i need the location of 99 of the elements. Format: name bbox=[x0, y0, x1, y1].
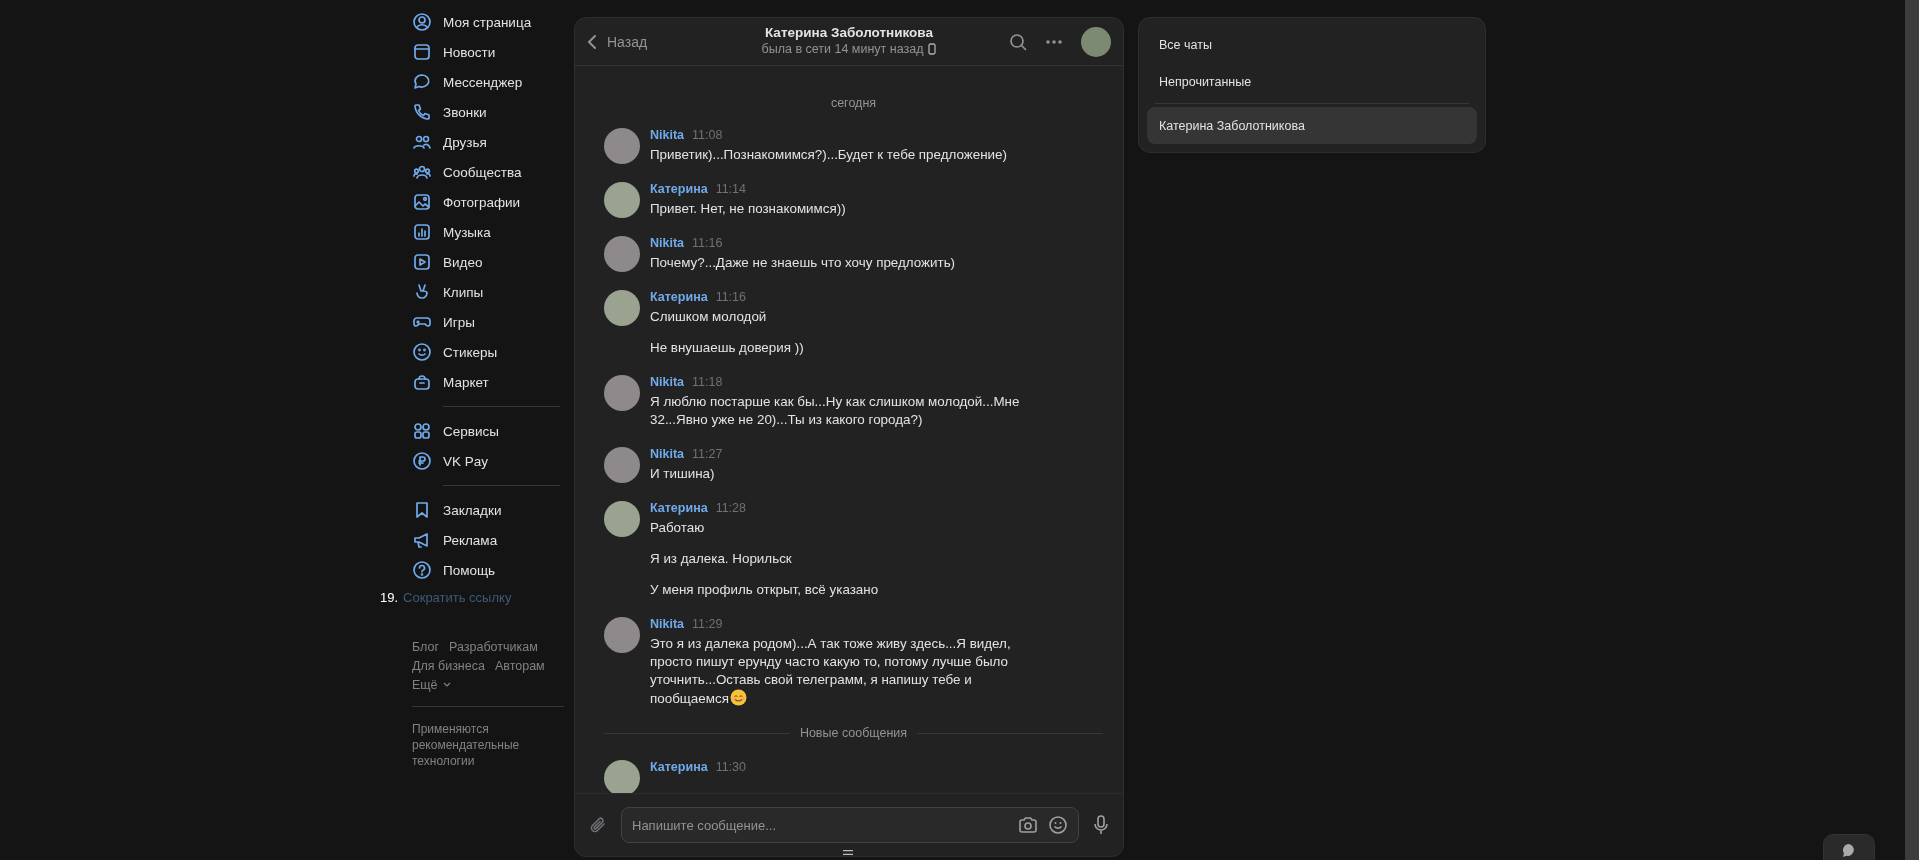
smiling-face-icon bbox=[729, 689, 747, 706]
message-text: Приветик)...Познакомимся?)...Будет к тебе предложение) bbox=[650, 146, 1007, 164]
message-text: Я люблю постарше как бы...Ну как слишком молодой...Мне 32...Явно уже не 20)...Ты из какого города?) bbox=[650, 393, 1021, 429]
sidebar-item[interactable]: Стикеры bbox=[380, 337, 560, 367]
user-circle-icon bbox=[412, 12, 432, 32]
video-icon bbox=[412, 252, 432, 272]
user-avatar bbox=[604, 501, 640, 537]
footer-link[interactable]: Разработчикам bbox=[449, 640, 538, 654]
author-name[interactable]: Nikita bbox=[650, 375, 685, 389]
date-separator: сегодня bbox=[829, 96, 878, 110]
user-avatar bbox=[604, 375, 640, 411]
music-icon bbox=[412, 222, 432, 242]
user-avatar bbox=[604, 617, 640, 653]
sidebar-item[interactable]: Сообщества bbox=[380, 157, 560, 187]
grid-icon bbox=[412, 421, 432, 441]
scrollbar[interactable] bbox=[1905, 0, 1919, 860]
message-text: У меня профиль открыт, всё указано bbox=[650, 581, 879, 599]
message-input[interactable]: Напишите сообщение... bbox=[632, 817, 1008, 833]
author-name[interactable]: Nikita bbox=[650, 447, 685, 461]
message-text: И тишина) bbox=[650, 465, 716, 483]
user-avatar bbox=[604, 236, 640, 272]
message-text: Я из далека. Норильск bbox=[650, 550, 793, 568]
resize-handle-icon[interactable] bbox=[843, 850, 853, 855]
footer-link[interactable]: Авторам bbox=[494, 659, 545, 673]
footer-link[interactable]: Блог bbox=[412, 640, 439, 654]
chat-filter-item[interactable]: Катерина Заболотникова bbox=[1147, 107, 1477, 144]
chat-title: Катерина Заболотникова bbox=[764, 25, 933, 40]
sidebar-item[interactable]: Мессенджер bbox=[380, 67, 560, 97]
message-time: 11:18 bbox=[692, 375, 723, 389]
author-name[interactable]: Катерина bbox=[650, 760, 708, 774]
message-text: Почему?...Даже не знаешь что хочу предложить) bbox=[650, 254, 956, 272]
microphone-icon[interactable] bbox=[1093, 814, 1109, 836]
more-link[interactable]: Ещё bbox=[412, 678, 451, 692]
message-time: 11:08 bbox=[692, 128, 723, 142]
ruble-coin-icon bbox=[412, 451, 432, 471]
online-status: была в сети 14 минут назад bbox=[761, 42, 924, 56]
chevron-left-icon bbox=[587, 33, 597, 50]
sidebar-item[interactable]: Игры bbox=[380, 307, 560, 337]
message-field[interactable]: Напишите сообщение... bbox=[621, 807, 1079, 843]
paperclip-icon[interactable] bbox=[589, 815, 607, 835]
message-time: 11:27 bbox=[692, 447, 723, 461]
sidebar-item[interactable]: Реклама bbox=[380, 525, 560, 555]
message-time: 11:28 bbox=[715, 501, 746, 515]
more-icon[interactable] bbox=[1045, 38, 1063, 45]
author-name[interactable]: Nikita bbox=[650, 236, 685, 250]
sidebar-item[interactable]: Помощь bbox=[380, 555, 560, 585]
message-time: 11:16 bbox=[715, 290, 746, 304]
author-name[interactable]: Nikita bbox=[650, 128, 685, 142]
message-time: 11:16 bbox=[692, 236, 723, 250]
sidebar-item[interactable]: Клипы bbox=[380, 277, 560, 307]
author-name[interactable]: Катерина bbox=[650, 501, 708, 515]
footer-link[interactable]: Для бизнеса bbox=[412, 659, 485, 673]
list-number: 19. bbox=[380, 590, 399, 605]
chat-filter-item[interactable]: Все чаты bbox=[1147, 26, 1477, 63]
user-avatar bbox=[604, 128, 640, 164]
message-text: Не внушаешь доверия )) bbox=[650, 339, 804, 357]
shopping-bag-icon bbox=[412, 372, 432, 392]
sidebar-item[interactable]: VK Pay bbox=[380, 446, 560, 476]
author-name[interactable]: Катерина bbox=[650, 290, 708, 304]
search-icon[interactable] bbox=[1009, 32, 1027, 51]
sidebar-item[interactable]: Новости bbox=[380, 37, 560, 67]
user-avatar bbox=[604, 182, 640, 218]
recommendation-note: Применяются рекомендательные технологии bbox=[412, 721, 521, 769]
sidebar-item[interactable]: Фотографии bbox=[380, 187, 560, 217]
message-text: Это я из далека родом)...А так тоже живу здесь...Я видел, просто пишут ерунду часто какую то, потому лучше было уточнить...Оставь свой телеграмм, я напишу тебе и пообщаемся bbox=[650, 635, 1012, 708]
picture-icon bbox=[412, 192, 432, 212]
sidebar-item[interactable]: Музыка bbox=[380, 217, 560, 247]
message-time: 11:29 bbox=[692, 617, 723, 631]
sidebar-item[interactable]: Сервисы bbox=[380, 416, 560, 446]
message-text: Слишком молодой bbox=[650, 308, 768, 326]
chat-bubble-icon bbox=[1841, 843, 1857, 859]
chat-bubble-icon bbox=[412, 72, 432, 92]
sidebar-item[interactable]: Видео bbox=[380, 247, 560, 277]
message-text: Привет. Нет, не познакомимся)) bbox=[650, 200, 846, 218]
chevron-down-icon bbox=[442, 682, 451, 688]
help-icon bbox=[412, 560, 432, 580]
sidebar-item[interactable]: Звонки bbox=[380, 97, 560, 127]
author-name[interactable]: Катерина bbox=[650, 182, 708, 196]
sidebar-item[interactable]: Моя страница bbox=[380, 7, 560, 37]
user-avatar bbox=[604, 447, 640, 483]
user-avatar bbox=[604, 760, 640, 793]
phone-icon bbox=[412, 102, 432, 122]
sidebar-item[interactable]: Закладки bbox=[380, 495, 560, 525]
new-messages-label: Новые сообщения bbox=[799, 726, 908, 740]
contact-avatar[interactable] bbox=[1081, 26, 1111, 57]
author-name[interactable]: Nikita bbox=[650, 617, 685, 631]
sidebar-item[interactable]: Друзья bbox=[380, 127, 560, 157]
mobile-phone-icon bbox=[928, 43, 937, 55]
smiley-icon[interactable] bbox=[1048, 815, 1068, 835]
message-text: Работаю bbox=[650, 519, 706, 537]
chat-filter-item[interactable]: Непрочитанные bbox=[1147, 63, 1477, 100]
smiley-icon bbox=[412, 342, 432, 362]
camera-icon[interactable] bbox=[1018, 816, 1038, 834]
sidebar-item[interactable]: Маркет bbox=[380, 367, 560, 397]
user-avatar bbox=[604, 290, 640, 326]
back-button[interactable]: Назад bbox=[587, 33, 648, 50]
message-time: 11:30 bbox=[715, 760, 746, 774]
newspaper-icon bbox=[412, 42, 432, 62]
message-time: 11:14 bbox=[715, 182, 746, 196]
